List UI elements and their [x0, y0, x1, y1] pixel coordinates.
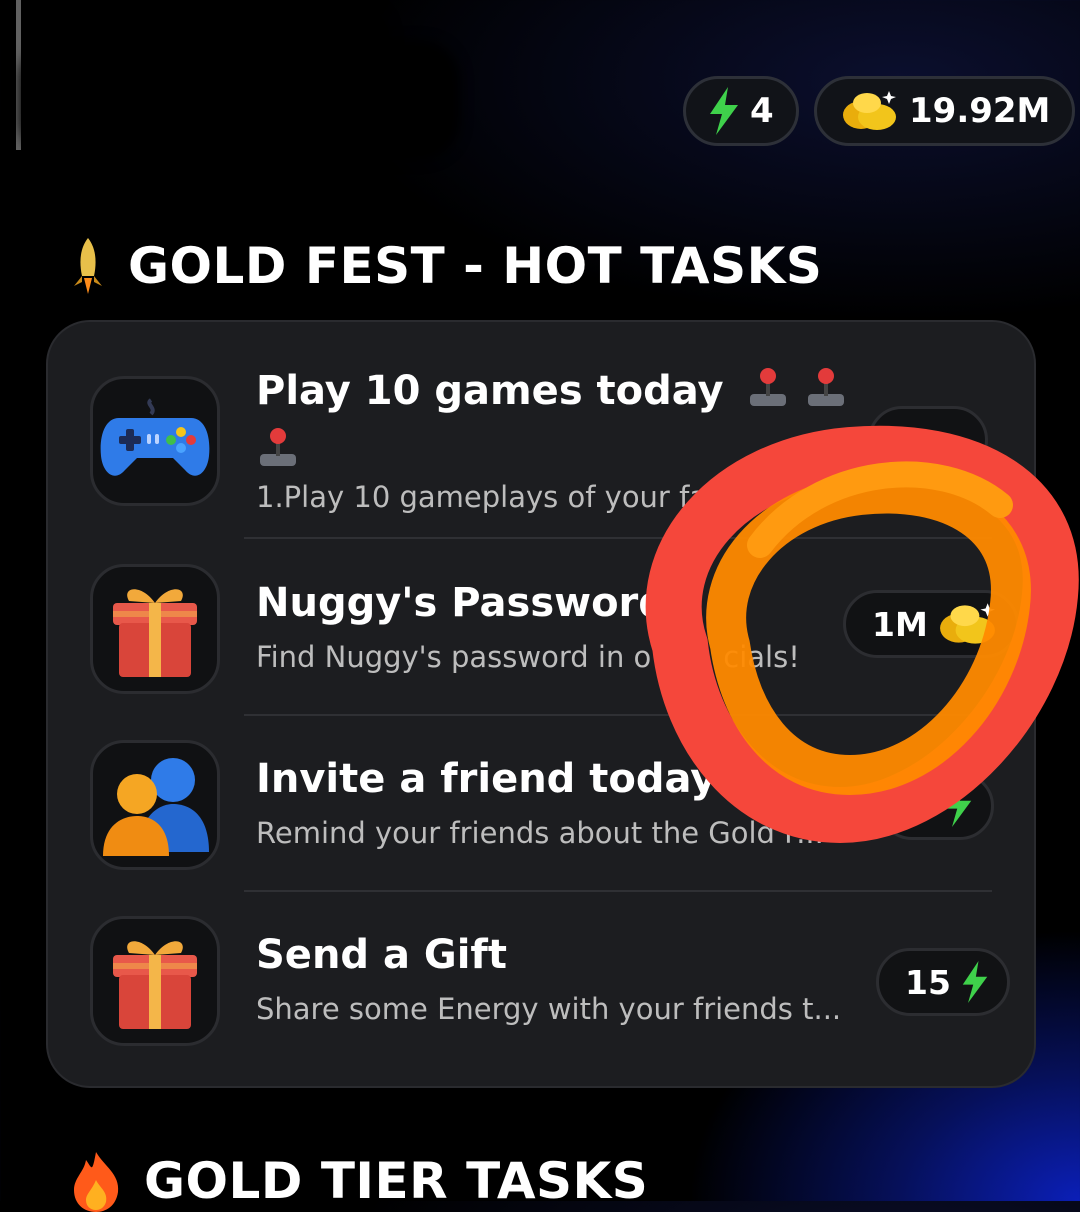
task-description: Find Nuggy's password in o cials! — [256, 640, 800, 674]
task-description: 1.Play 10 gameplays of your fa — [256, 480, 708, 514]
reward-badge[interactable]: 1M — [843, 590, 1019, 658]
lightning-icon — [710, 87, 738, 135]
task-icon-box — [90, 564, 220, 694]
task-icon-box — [90, 916, 220, 1046]
joystick-icon — [807, 368, 844, 406]
fire-icon — [74, 1152, 119, 1212]
divider — [244, 714, 992, 716]
task-description: Remind your friends about the Gold F... — [256, 816, 824, 850]
gift-icon — [113, 941, 197, 1029]
divider — [244, 890, 992, 892]
gamepad-icon — [100, 398, 210, 476]
energy-counter[interactable]: 4 — [683, 76, 799, 146]
friends-icon — [103, 758, 209, 856]
reward-value: 15 — [905, 962, 951, 1002]
gold-nugget-icon — [939, 603, 995, 644]
task-title: Send a Gift — [256, 932, 507, 978]
joystick-icon — [260, 428, 296, 466]
task-title-wrap — [256, 426, 300, 480]
task-icon-box — [90, 376, 220, 506]
gold-balance[interactable]: 19.92M — [814, 76, 1076, 146]
reward-badge[interactable]: 15 — [876, 948, 1010, 1016]
task-title: Nuggy's Password — [256, 580, 667, 626]
section-title: GOLD FEST - HOT TASKS — [128, 237, 823, 295]
joystick-icon — [749, 368, 786, 406]
redacted-area — [130, 0, 390, 80]
gold-nugget-icon — [843, 91, 896, 130]
tier-tasks-heading: GOLD TIER TASKS — [70, 1150, 648, 1212]
reward-value: 1M — [872, 604, 928, 644]
gift-icon — [113, 589, 197, 677]
task-icon-box — [90, 740, 220, 870]
gold-value: 19.92M — [909, 91, 1051, 131]
hot-tasks-card: Play 10 games today 1.Play 10 gameplays … — [46, 320, 1036, 1088]
lightning-icon — [962, 961, 988, 1003]
task-description: Share some Energy with your friends t... — [256, 992, 842, 1026]
task-title: Play 10 games today — [256, 366, 848, 414]
hot-tasks-heading: GOLD FEST - HOT TASKS — [70, 236, 822, 296]
rocket-icon — [74, 238, 102, 294]
lightning-icon — [946, 785, 972, 827]
reward-badge[interactable] — [878, 772, 994, 840]
divider — [244, 537, 992, 539]
section-title: GOLD TIER TASKS — [144, 1152, 649, 1210]
energy-value: 4 — [750, 91, 774, 131]
reward-badge[interactable] — [868, 406, 988, 474]
task-title: Invite a friend today — [256, 756, 717, 802]
